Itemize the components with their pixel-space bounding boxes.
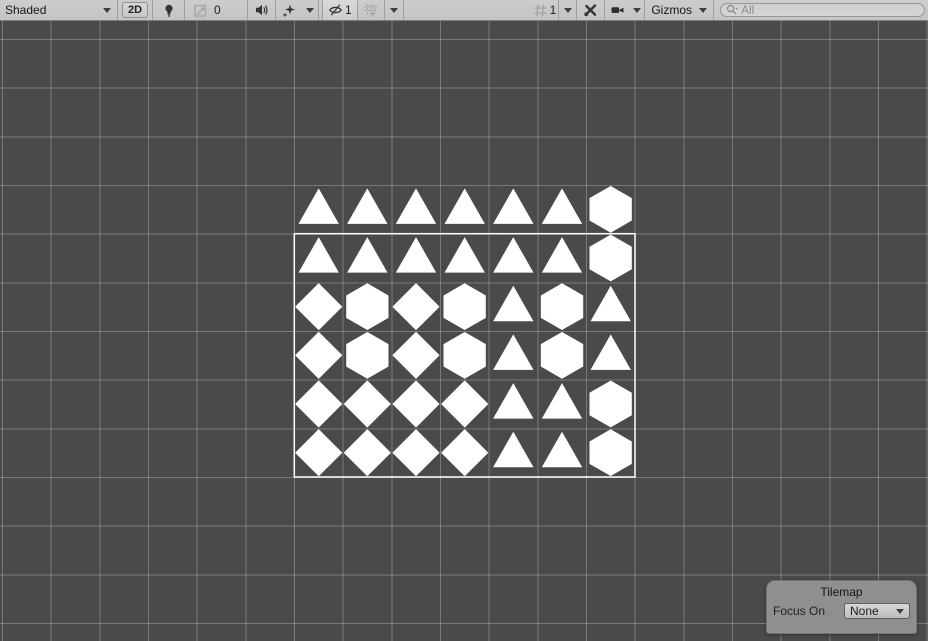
tile-hexagon [346, 283, 388, 330]
tile-diamond [392, 429, 439, 476]
draw-mode-label: Shaded [5, 3, 46, 17]
tile-hexagon [444, 332, 486, 379]
tile-triangle [396, 237, 436, 273]
tile-diamond [441, 380, 488, 427]
chevron-down-icon [699, 8, 707, 13]
grid-axis-dropdown[interactable] [385, 0, 403, 20]
tile-triangle [396, 188, 436, 224]
scene-viewport[interactable] [0, 21, 928, 641]
tile-triangle [445, 188, 485, 224]
tile-triangle [591, 286, 631, 322]
toolbar-separator [117, 0, 118, 20]
grid-opacity-dropdown[interactable] [559, 0, 576, 20]
grid-hash-icon [533, 3, 548, 18]
toolbar-separator [318, 0, 319, 20]
toolbar-spacer [404, 0, 529, 20]
tile-triangle [299, 188, 339, 224]
tile-triangle [493, 237, 533, 273]
tile-hexagon [590, 186, 632, 233]
tile-triangle [542, 383, 582, 419]
chevron-down-icon [390, 8, 398, 13]
chevron-down-icon [306, 8, 314, 13]
tile-triangle [299, 237, 339, 273]
toolbar-separator [713, 0, 714, 20]
tile-diamond [295, 429, 342, 476]
focus-on-dropdown[interactable]: None [844, 603, 910, 619]
scene-lighting-button[interactable] [153, 0, 184, 20]
chevron-down-icon [896, 609, 904, 614]
tile-hexagon [541, 283, 583, 330]
tilemap-overlay-panel: Tilemap Focus On None [766, 580, 917, 634]
tile-triangle [347, 237, 387, 273]
tile-triangle [493, 383, 533, 419]
tile-diamond [295, 380, 342, 427]
tile-hexagon [590, 429, 632, 476]
camera-icon [610, 3, 625, 17]
scene-view-toolbar: Shaded 2D 0 [0, 0, 928, 21]
chevron-down-icon [564, 8, 572, 13]
grid-axis-button[interactable]: Y [358, 0, 384, 20]
tile-hexagon [541, 332, 583, 379]
tilemap-canvas [0, 21, 928, 641]
gizmos-label: Gizmos [651, 3, 692, 17]
speaker-icon [254, 3, 270, 17]
tile-hexagon [590, 381, 632, 428]
chevron-down-icon [103, 8, 111, 13]
effects-button[interactable] [276, 0, 301, 20]
tile-triangle [542, 188, 582, 224]
tile-triangle [542, 237, 582, 273]
magnifier-icon [725, 3, 739, 17]
eye-slash-icon [328, 3, 343, 17]
tile-diamond [392, 283, 439, 330]
tile-triangle [493, 334, 533, 370]
search-input[interactable] [741, 3, 918, 17]
tile-triangle [493, 188, 533, 224]
scene-search-field[interactable] [720, 3, 925, 17]
2d-mode-button[interactable]: 2D [122, 2, 148, 18]
tile-triangle [591, 334, 631, 370]
audio-toggle-button[interactable] [248, 0, 275, 20]
exposure-icon [193, 3, 208, 18]
tile-hexagon [590, 235, 632, 282]
effects-sparkle-icon [281, 3, 297, 18]
tile-hexagon [444, 283, 486, 330]
tile-diamond [392, 380, 439, 427]
tile-triangle [347, 188, 387, 224]
lightbulb-icon [162, 3, 176, 18]
focus-on-value: None [850, 604, 896, 618]
scene-camera-button[interactable] [605, 0, 629, 20]
exposure-value: 0 [208, 3, 221, 17]
tile-diamond [441, 429, 488, 476]
tile-hexagon [346, 332, 388, 379]
grid-opacity-control: 1 [529, 0, 559, 20]
crossed-tools-icon [583, 3, 598, 17]
svg-text:Y: Y [370, 10, 375, 18]
exposure-control-disabled: 0 [185, 0, 247, 20]
tile-diamond [392, 332, 439, 379]
gizmos-dropdown[interactable]: Gizmos [645, 0, 713, 20]
tile-diamond [344, 429, 391, 476]
scene-camera-dropdown[interactable] [629, 0, 644, 20]
tile-triangle [493, 286, 533, 322]
focus-on-label: Focus On [773, 604, 844, 618]
grid-axis-y-icon: Y [363, 3, 379, 18]
grid-opacity-value: 1 [548, 3, 557, 17]
hidden-count-value: 1 [343, 3, 352, 17]
2d-mode-label: 2D [128, 4, 142, 16]
tile-triangle [542, 432, 582, 468]
chevron-down-icon [633, 8, 641, 13]
tile-triangle [493, 432, 533, 468]
hidden-objects-button[interactable]: 1 [322, 0, 358, 20]
focus-on-row: Focus On None [767, 602, 916, 619]
effects-dropdown[interactable] [301, 0, 318, 20]
tilemap-panel-title: Tilemap [767, 581, 916, 602]
tile-diamond [295, 283, 342, 330]
component-tools-button[interactable] [577, 0, 604, 20]
tile-diamond [344, 380, 391, 427]
tile-triangle [445, 237, 485, 273]
tile-diamond [295, 332, 342, 379]
draw-mode-dropdown[interactable]: Shaded [0, 0, 117, 20]
